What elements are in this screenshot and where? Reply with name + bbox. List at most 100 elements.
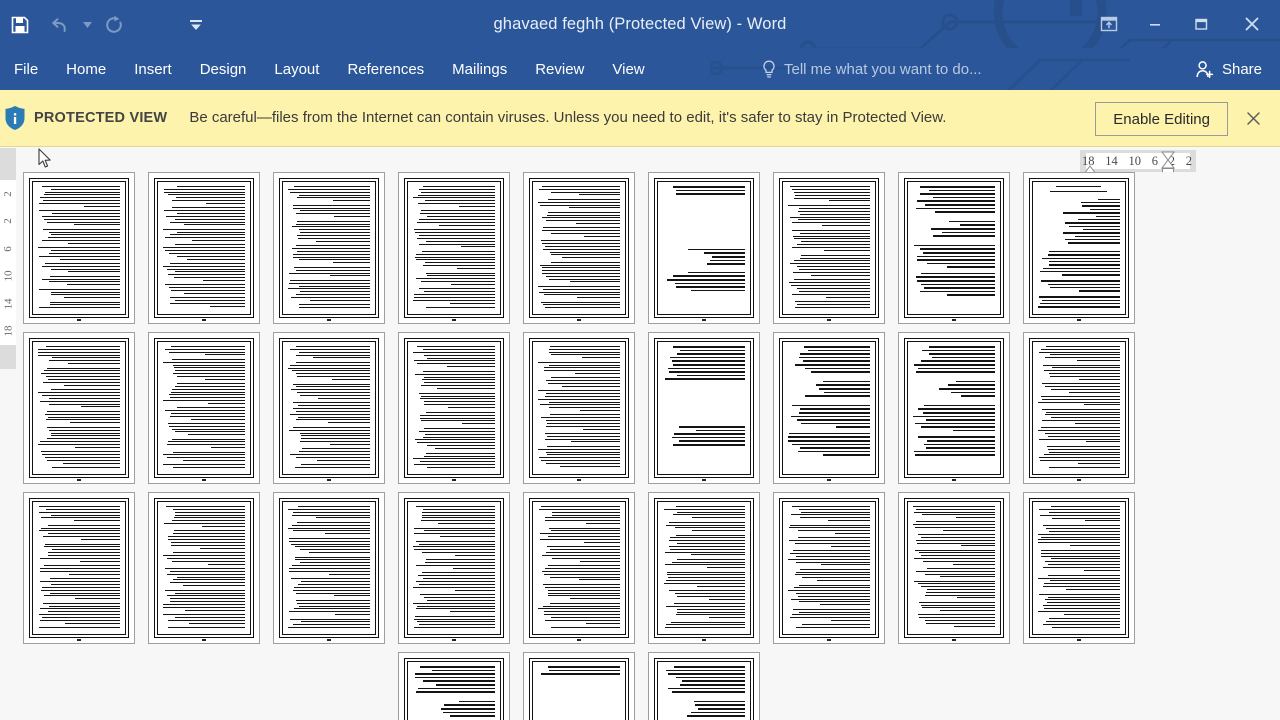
ribbon-display-options-button[interactable]: [1086, 0, 1132, 48]
page-thumbnail[interactable]: [272, 332, 385, 484]
text-line: [925, 591, 995, 593]
page-thumbnail[interactable]: [647, 172, 760, 324]
page-thumbnail[interactable]: [147, 332, 260, 484]
undo-button[interactable]: [40, 5, 80, 45]
page-thumbnail[interactable]: [522, 332, 635, 484]
page-thumbnail[interactable]: [772, 172, 885, 324]
page-thumbnail[interactable]: [522, 172, 635, 324]
page-thumbnail[interactable]: [1022, 172, 1135, 324]
document-canvas[interactable]: [16, 172, 1280, 720]
page-thumbnail[interactable]: [272, 492, 385, 644]
text-line: [830, 545, 870, 547]
text-line: [169, 297, 245, 299]
tab-references[interactable]: References: [333, 48, 438, 90]
page-border-outer: [903, 338, 1004, 478]
save-button[interactable]: [0, 5, 40, 45]
text-line: [296, 376, 370, 378]
page-thumbnail[interactable]: [147, 492, 260, 644]
page-thumbnail[interactable]: [397, 492, 510, 644]
text-line: [293, 530, 370, 532]
tab-layout[interactable]: Layout: [260, 48, 333, 90]
text-line: [413, 546, 495, 548]
minimize-button[interactable]: [1132, 0, 1178, 48]
tab-home[interactable]: Home: [52, 48, 120, 90]
text-line: [293, 266, 370, 268]
text-line: [39, 608, 120, 610]
text-line: [38, 614, 120, 615]
text-line: [1039, 508, 1120, 510]
text-line: [820, 564, 870, 566]
text-line: [414, 296, 495, 298]
text-line: [802, 360, 870, 362]
page-number-mark: [274, 319, 384, 321]
page-thumbnail[interactable]: [397, 652, 510, 720]
text-line: [296, 223, 370, 225]
page-thumbnail[interactable]: [772, 332, 885, 484]
text-line: [331, 379, 370, 380]
tab-view[interactable]: View: [598, 48, 658, 90]
text-line: [296, 361, 370, 363]
text-line: [287, 188, 370, 190]
page-thumbnail[interactable]: [22, 492, 135, 644]
restore-button[interactable]: [1178, 0, 1224, 48]
text-line: [666, 580, 745, 581]
text-line: [290, 413, 370, 415]
text-line: [585, 523, 620, 525]
undo-dropdown[interactable]: [80, 5, 94, 45]
page-thumbnail[interactable]: [272, 172, 385, 324]
text-line: [168, 287, 245, 288]
text-line: [290, 279, 370, 281]
text-line: [562, 385, 620, 387]
page-thumbnail[interactable]: [647, 492, 760, 644]
page-thumbnail[interactable]: [147, 172, 260, 324]
text-line: [170, 262, 245, 264]
close-protected-view-icon[interactable]: [1240, 90, 1266, 146]
text-line: [547, 383, 620, 384]
page-thumbnail[interactable]: [397, 332, 510, 484]
page-text-area: [156, 501, 251, 635]
page-thumbnail[interactable]: [897, 332, 1010, 484]
page-thumbnail[interactable]: [647, 652, 760, 720]
page-thumbnail[interactable]: [522, 652, 635, 720]
close-button[interactable]: [1224, 0, 1280, 48]
page-thumbnail[interactable]: [897, 172, 1010, 324]
customize-qat-button[interactable]: [176, 5, 216, 45]
page-thumbnail[interactable]: [1022, 492, 1135, 644]
redo-button[interactable]: [94, 5, 134, 45]
text-line: [540, 533, 620, 535]
page-thumbnail-cell: [1016, 492, 1141, 652]
tab-design[interactable]: Design: [186, 48, 261, 90]
tab-review[interactable]: Review: [521, 48, 598, 90]
text-line: [423, 436, 495, 438]
tab-insert[interactable]: Insert: [120, 48, 186, 90]
page-thumbnail[interactable]: [397, 172, 510, 324]
tab-file[interactable]: File: [0, 48, 52, 90]
text-line: [947, 266, 995, 268]
text-line: [1043, 567, 1120, 569]
page-number-mark: [1024, 639, 1134, 641]
text-line: [171, 428, 245, 430]
text-line: [417, 203, 495, 205]
page-thumbnail[interactable]: [522, 492, 635, 644]
text-line: [539, 539, 620, 540]
page-thumbnail[interactable]: [897, 492, 1010, 644]
page-thumbnail[interactable]: [1022, 332, 1135, 484]
tell-me-search[interactable]: Tell me what you want to do...: [762, 48, 982, 90]
page-thumbnail[interactable]: [22, 172, 135, 324]
text-line: [208, 563, 245, 565]
page-text-area: [1031, 341, 1126, 475]
text-line: [422, 511, 495, 513]
text-line: [569, 281, 620, 283]
page-thumbnail[interactable]: [772, 492, 885, 644]
text-line: [328, 422, 370, 424]
text-line: [167, 619, 245, 621]
text-line: [789, 186, 870, 187]
share-button[interactable]: Share: [1189, 48, 1268, 90]
enable-editing-button[interactable]: Enable Editing: [1095, 102, 1228, 136]
page-thumbnail[interactable]: [647, 332, 760, 484]
text-line: [1039, 296, 1120, 298]
text-line: [551, 627, 620, 629]
tab-mailings[interactable]: Mailings: [438, 48, 521, 90]
page-thumbnail[interactable]: [22, 332, 135, 484]
text-line: [450, 283, 495, 285]
